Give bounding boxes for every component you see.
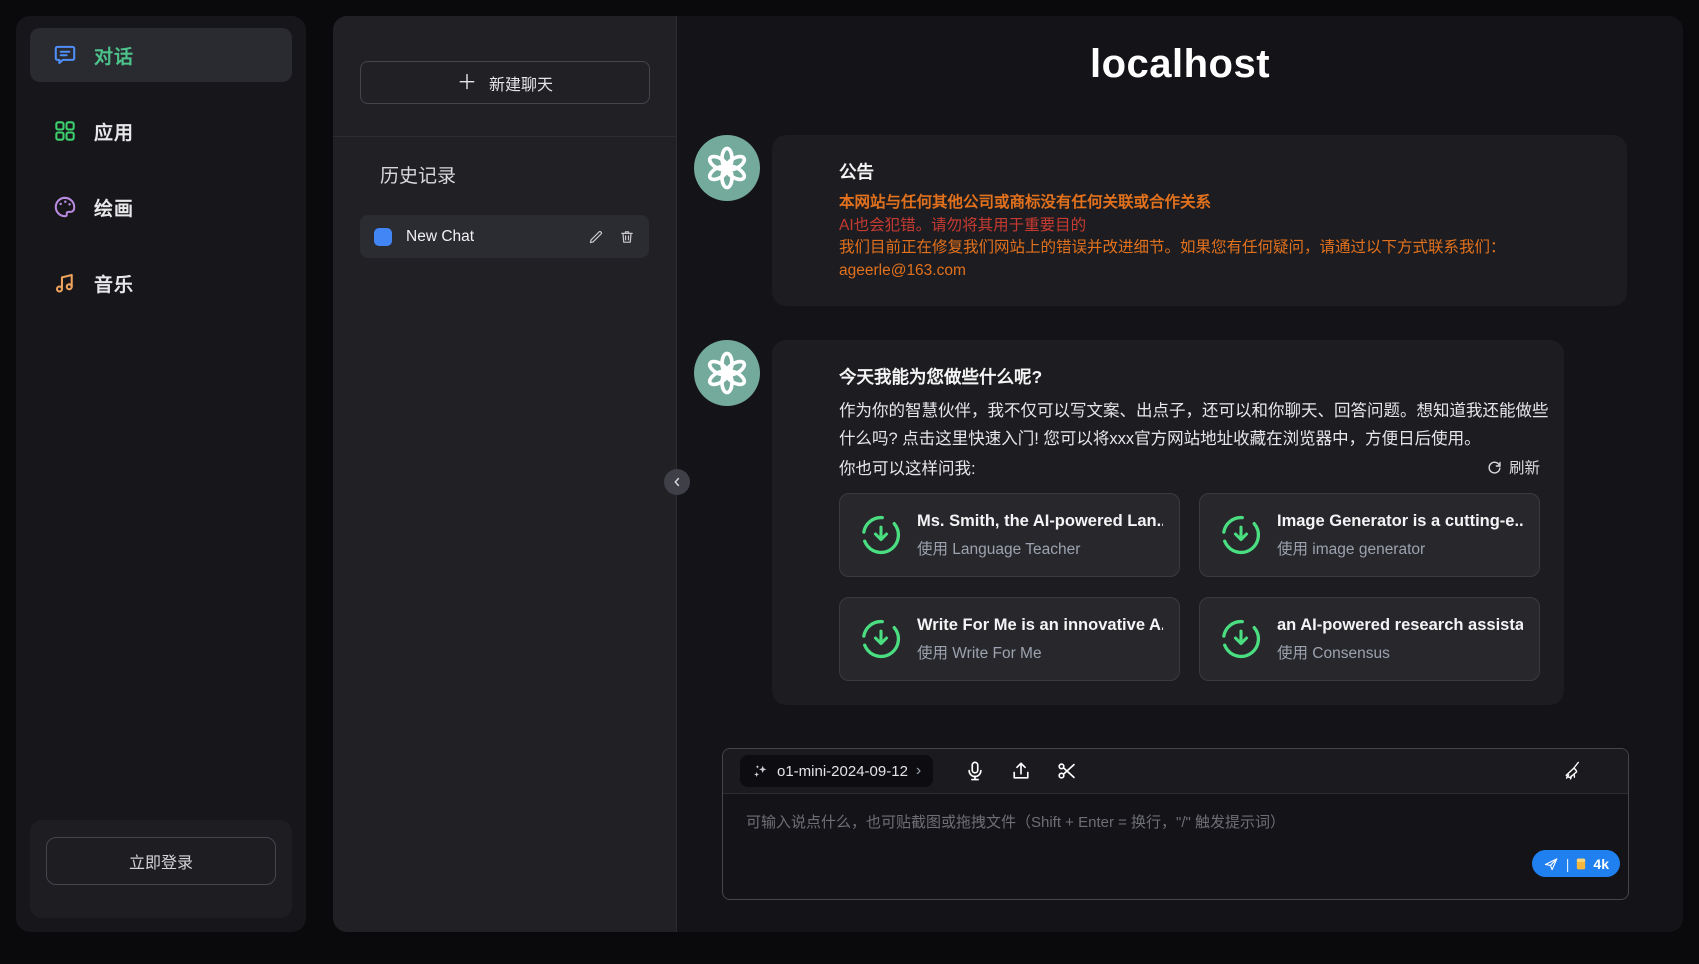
announcement-title: 公告 bbox=[839, 159, 1603, 184]
suggestion-card[interactable]: Image Generator is a cutting-e... 使用 ima… bbox=[1199, 493, 1540, 577]
suggestion-title: Image Generator is a cutting-e... bbox=[1277, 512, 1523, 531]
music-note-icon bbox=[52, 270, 78, 296]
sparkle-icon bbox=[752, 763, 769, 780]
edit-icon[interactable] bbox=[588, 229, 604, 245]
welcome-bubble: 今天我能为您做些什么呢? 作为你的智慧伙伴，我不仅可以写文案、出点子，还可以和你… bbox=[772, 340, 1564, 705]
openai-logo-icon bbox=[704, 145, 750, 191]
message-announcement: 公告 本网站与任何其他公司或商标没有任何关联或合作关系 AI也会犯错。请勿将其用… bbox=[677, 135, 1683, 306]
refresh-icon bbox=[1487, 460, 1502, 475]
assistant-avatar bbox=[694, 135, 760, 201]
message-welcome: 今天我能为您做些什么呢? 作为你的智慧伙伴，我不仅可以写文案、出点子，还可以和你… bbox=[677, 340, 1683, 705]
chat-thumbnail-icon bbox=[374, 228, 392, 246]
token-count: 4k bbox=[1593, 856, 1609, 872]
announcement-bubble: 公告 本网站与任何其他公司或商标没有任何关联或合作关系 AI也会犯错。请勿将其用… bbox=[772, 135, 1627, 306]
announcement-line: AI也会犯错。请勿将其用于重要目的 bbox=[839, 215, 1603, 238]
send-token-badge[interactable]: | 4k bbox=[1532, 850, 1620, 877]
chat-item-title: New Chat bbox=[406, 228, 588, 246]
login-button[interactable]: 立即登录 bbox=[46, 837, 276, 885]
gpt-install-icon bbox=[859, 513, 903, 557]
model-label: o1-mini-2024-09-12 bbox=[777, 763, 908, 780]
sidebar-item-label: 音乐 bbox=[94, 270, 134, 297]
contact-email-link[interactable]: ageerle@163.com bbox=[839, 260, 1603, 283]
welcome-body: 作为你的智慧伙伴，我不仅可以写文案、出点子，还可以和你聊天、回答问题。想知道我还… bbox=[839, 397, 1561, 453]
suggestion-card[interactable]: Write For Me is an innovative A... 使用 Wr… bbox=[839, 597, 1180, 681]
chat-history-item[interactable]: New Chat bbox=[360, 215, 649, 258]
announcement-line: 我们目前正在修复我们网站上的错误并改进细节。如果您有任何疑问，请通过以下方式联系… bbox=[839, 237, 1603, 260]
composer: o1-mini-2024-09-12 › bbox=[722, 748, 1629, 900]
collapse-sidebar-button[interactable] bbox=[664, 469, 690, 495]
gpt-install-icon bbox=[1219, 617, 1263, 661]
refresh-suggestions-button[interactable]: 刷新 bbox=[1487, 456, 1540, 478]
suggestion-subtitle: 使用 Consensus bbox=[1277, 641, 1523, 663]
sidebar-item-apps[interactable]: 应用 bbox=[30, 104, 292, 158]
chevron-left-icon bbox=[670, 475, 684, 489]
chat-main-panel: localhost 公告 本网站与任何其他公司或商标没有任何关联或合 bbox=[677, 16, 1683, 932]
sidebar-item-music[interactable]: 音乐 bbox=[30, 256, 292, 310]
voice-input-button[interactable] bbox=[964, 760, 986, 782]
scissors-icon bbox=[1056, 760, 1078, 782]
microphone-icon bbox=[964, 760, 986, 782]
suggestion-title: an AI-powered research assista... bbox=[1277, 616, 1523, 635]
sidebar-item-label: 绘画 bbox=[94, 194, 134, 221]
chat-bubble-icon bbox=[52, 42, 78, 68]
send-icon bbox=[1543, 856, 1559, 872]
suggestion-subtitle: 使用 Write For Me bbox=[917, 641, 1163, 663]
suggestion-card[interactable]: Ms. Smith, the AI-powered Lan... 使用 Lang… bbox=[839, 493, 1180, 577]
delete-icon[interactable] bbox=[619, 229, 635, 245]
suggestion-subtitle: 使用 image generator bbox=[1277, 537, 1523, 559]
suggestion-card[interactable]: an AI-powered research assista... 使用 Con… bbox=[1199, 597, 1540, 681]
ask-label: 你也可以这样问我: bbox=[839, 455, 976, 479]
openai-logo-icon bbox=[704, 350, 750, 396]
login-card: 立即登录 bbox=[30, 820, 292, 918]
message-input[interactable] bbox=[723, 794, 1628, 898]
chevron-right-icon: › bbox=[916, 762, 921, 780]
sidebar-item-drawing[interactable]: 绘画 bbox=[30, 180, 292, 234]
list-divider bbox=[333, 136, 676, 137]
composer-toolbar: o1-mini-2024-09-12 › bbox=[723, 749, 1628, 794]
workspace: ＋ 新建聊天 历史记录 New Chat localhost bbox=[333, 16, 1683, 932]
gpt-install-icon bbox=[859, 617, 903, 661]
badge-divider: | bbox=[1566, 856, 1570, 872]
sidebar: 对话 应用 绘画 音乐 立即登 bbox=[16, 16, 306, 932]
apps-grid-icon bbox=[52, 118, 78, 144]
sidebar-item-label: 对话 bbox=[94, 42, 134, 69]
suggestion-title: Write For Me is an innovative A... bbox=[917, 616, 1163, 635]
new-chat-button[interactable]: ＋ 新建聊天 bbox=[360, 61, 650, 104]
suggestion-grid: Ms. Smith, the AI-powered Lan... 使用 Lang… bbox=[839, 493, 1540, 681]
sidebar-item-chat[interactable]: 对话 bbox=[30, 28, 292, 82]
plus-icon: ＋ bbox=[457, 73, 477, 93]
upload-icon bbox=[1010, 760, 1032, 782]
history-title: 历史记录 bbox=[380, 161, 676, 188]
suggestion-title: Ms. Smith, the AI-powered Lan... bbox=[917, 512, 1163, 531]
gpt-install-icon bbox=[1219, 513, 1263, 557]
clear-chat-button[interactable] bbox=[1562, 760, 1584, 782]
refresh-label: 刷新 bbox=[1509, 456, 1540, 478]
welcome-title: 今天我能为您做些什么呢? bbox=[839, 364, 1540, 389]
new-chat-label: 新建聊天 bbox=[489, 71, 553, 95]
assistant-avatar bbox=[694, 340, 760, 406]
palette-icon bbox=[52, 194, 78, 220]
upload-file-button[interactable] bbox=[1010, 760, 1032, 782]
model-selector[interactable]: o1-mini-2024-09-12 › bbox=[740, 755, 933, 787]
suggestion-subtitle: 使用 Language Teacher bbox=[917, 537, 1163, 559]
page-title: localhost bbox=[677, 42, 1683, 87]
broom-icon bbox=[1562, 760, 1584, 782]
coin-icon bbox=[1576, 857, 1586, 871]
sidebar-item-label: 应用 bbox=[94, 118, 134, 145]
chat-list-panel: ＋ 新建聊天 历史记录 New Chat bbox=[333, 16, 677, 932]
announcement-line: 本网站与任何其他公司或商标没有任何关联或合作关系 bbox=[839, 192, 1603, 215]
screenshot-button[interactable] bbox=[1056, 760, 1078, 782]
